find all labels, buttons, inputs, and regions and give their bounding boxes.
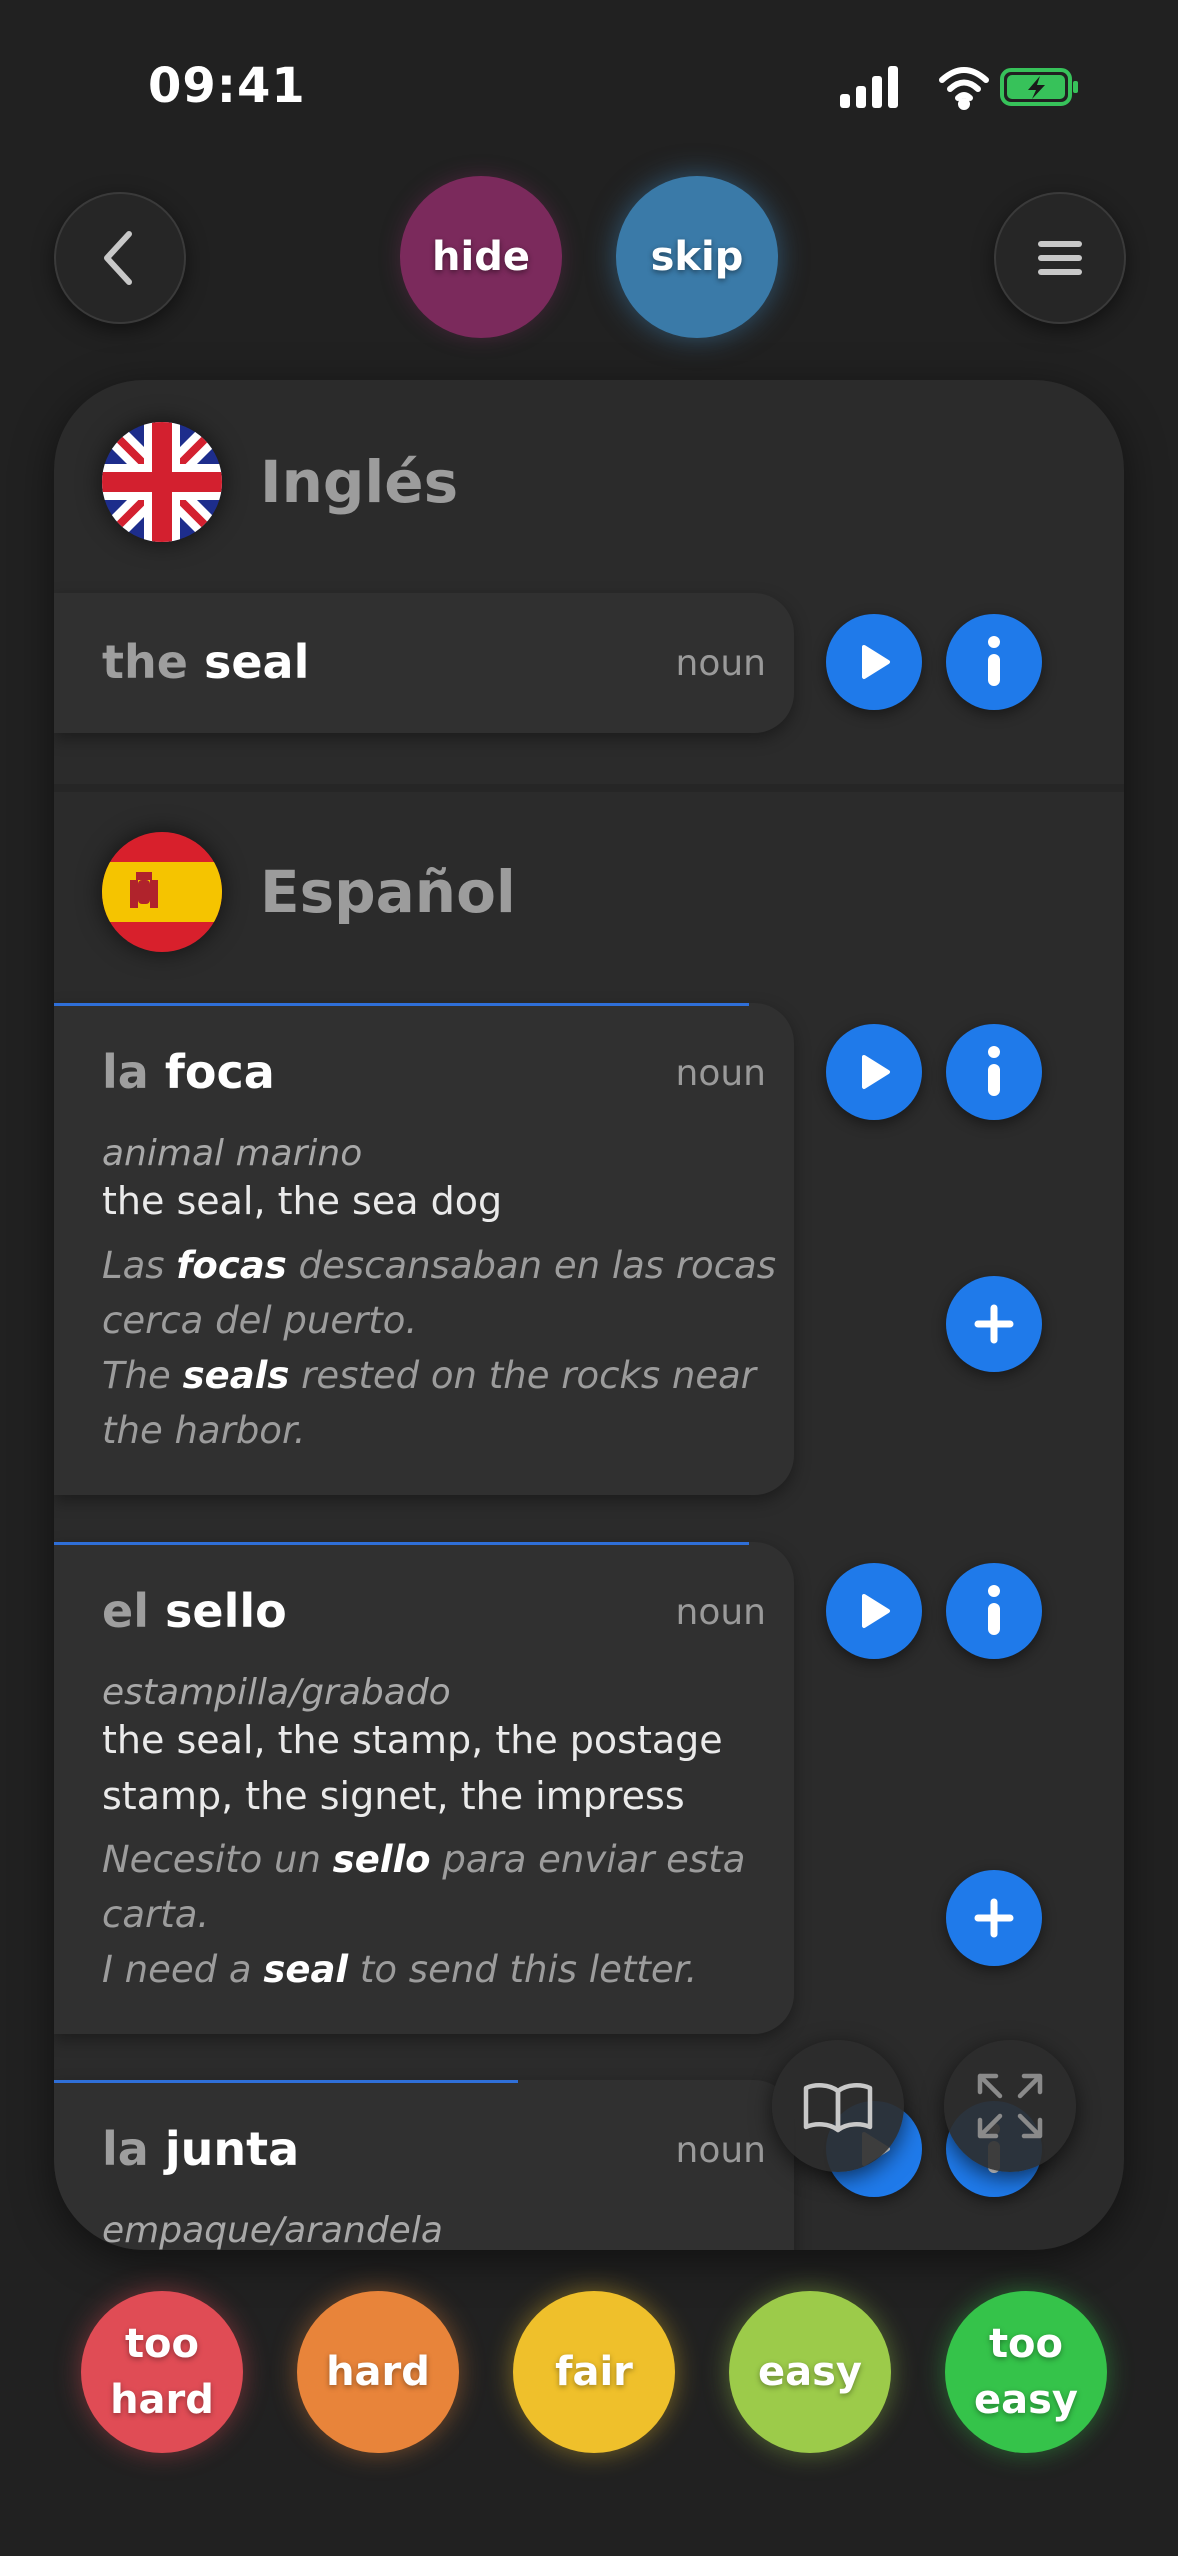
expand-icon — [977, 2073, 1043, 2139]
entry-progress-line — [54, 1003, 749, 1006]
entry-category: animal marino — [102, 1133, 363, 1174]
add-icon — [974, 1304, 1014, 1344]
rate-fair-button[interactable]: fair — [513, 2291, 675, 2453]
info-icon — [988, 1046, 1000, 1096]
info-button[interactable] — [946, 1563, 1042, 1659]
part-of-speech: noun — [675, 643, 766, 684]
example-english: I need a seal to send this letter. — [102, 1948, 698, 1991]
example-english: The seals rested on the rocks near the h… — [102, 1354, 756, 1452]
battery-icon — [1000, 68, 1078, 106]
rate-hard-button[interactable]: hard — [297, 2291, 459, 2453]
source-entry[interactable]: the seal noun — [54, 593, 794, 733]
play-icon — [862, 645, 890, 679]
entry-headword: la foca — [102, 1045, 275, 1099]
add-button[interactable] — [946, 1870, 1042, 1966]
part-of-speech: noun — [675, 1592, 766, 1633]
part-of-speech: noun — [675, 1053, 766, 1094]
dictionary-button[interactable] — [772, 2040, 904, 2172]
play-audio-button[interactable] — [826, 1563, 922, 1659]
add-icon — [974, 1898, 1014, 1938]
play-icon — [862, 1055, 890, 1089]
part-of-speech: noun — [675, 2130, 766, 2171]
entry-category: empaque/arandela — [102, 2210, 443, 2250]
play-audio-button[interactable] — [826, 1024, 922, 1120]
entry-headword: the seal — [102, 635, 310, 689]
translation-entry[interactable]: la foca noun animal marino the seal, the… — [54, 1003, 794, 1495]
info-button[interactable] — [946, 614, 1042, 710]
play-icon — [862, 1594, 890, 1628]
translation-entry[interactable]: la junta noun empaque/arandela — [54, 2080, 794, 2250]
rate-too-easy-button[interactable]: too easy — [945, 2291, 1107, 2453]
entry-category: estampilla/grabado — [102, 1672, 451, 1713]
add-button[interactable] — [946, 1276, 1042, 1372]
target-language-header: Español — [102, 832, 516, 952]
uk-flag-icon — [102, 422, 222, 542]
word-card: Inglés the seal noun Español la foca nou… — [54, 380, 1124, 2250]
source-language-name: Inglés — [260, 448, 459, 516]
source-language-header: Inglés — [102, 422, 458, 542]
expand-button[interactable] — [944, 2040, 1076, 2172]
menu-icon — [1038, 241, 1082, 275]
spain-flag-icon — [102, 832, 222, 952]
info-icon — [988, 636, 1000, 686]
translation-entry[interactable]: el sello noun estampilla/grabado the sea… — [54, 1542, 794, 2034]
section-divider — [54, 784, 1124, 792]
entry-headword: la junta — [102, 2122, 300, 2176]
entry-translations: the seal, the sea dog — [102, 1179, 503, 1223]
back-button[interactable] — [54, 192, 186, 324]
back-icon — [104, 231, 132, 285]
info-icon — [988, 1585, 1000, 1635]
rate-easy-button[interactable]: easy — [729, 2291, 891, 2453]
target-language-name: Español — [260, 858, 516, 926]
play-audio-button[interactable] — [826, 614, 922, 710]
entry-headword: el sello — [102, 1584, 287, 1638]
hide-button[interactable]: hide — [400, 176, 562, 338]
book-icon — [803, 2083, 873, 2133]
entry-progress-line — [54, 1542, 749, 1545]
entry-progress-line — [54, 2080, 518, 2083]
rate-too-hard-button[interactable]: too hard — [81, 2291, 243, 2453]
status-time: 09:41 — [148, 58, 306, 114]
signal-icon — [840, 66, 898, 108]
entry-translations: the seal, the stamp, the postage stamp, … — [102, 1718, 723, 1818]
info-button[interactable] — [946, 1024, 1042, 1120]
status-icons — [840, 66, 1078, 110]
menu-button[interactable] — [994, 192, 1126, 324]
example-spanish: Las focas descansaban en las rocas cerca… — [102, 1244, 776, 1342]
wifi-icon — [939, 67, 989, 110]
skip-button[interactable]: skip — [616, 176, 778, 338]
example-spanish: Necesito un sello para enviar esta carta… — [102, 1838, 746, 1936]
